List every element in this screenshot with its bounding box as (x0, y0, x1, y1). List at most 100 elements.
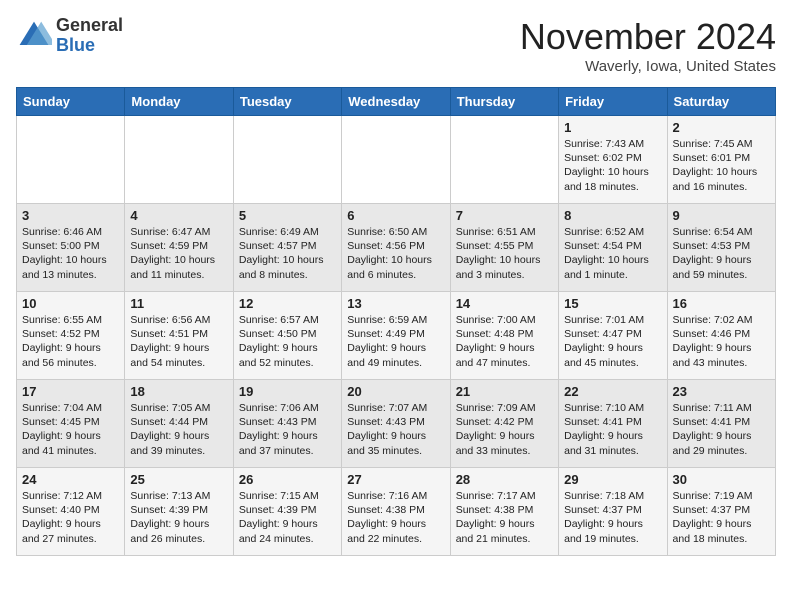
day-number: 6 (347, 208, 444, 223)
calendar-cell: 11 Sunrise: 6:56 AM Sunset: 4:51 PM Dayli… (125, 292, 233, 380)
day-info: Sunrise: 7:18 AM Sunset: 4:37 PM Dayligh… (564, 489, 661, 546)
day-number: 26 (239, 472, 336, 487)
day-info: Sunrise: 7:16 AM Sunset: 4:38 PM Dayligh… (347, 489, 444, 546)
day-info: Sunrise: 6:52 AM Sunset: 4:54 PM Dayligh… (564, 225, 661, 282)
day-number: 12 (239, 296, 336, 311)
day-number: 13 (347, 296, 444, 311)
logo: General Blue (16, 16, 123, 56)
day-info: Sunrise: 6:59 AM Sunset: 4:49 PM Dayligh… (347, 313, 444, 370)
day-info: Sunrise: 6:47 AM Sunset: 4:59 PM Dayligh… (130, 225, 227, 282)
day-number: 11 (130, 296, 227, 311)
calendar-cell: 28 Sunrise: 7:17 AM Sunset: 4:38 PM Dayli… (450, 468, 558, 556)
calendar-cell: 18Sunrise: 7:05 AM Sunset: 4:44 PM Dayli… (125, 380, 233, 468)
calendar-cell: 19 Sunrise: 7:06 AM Sunset: 4:43 PM Dayli… (233, 380, 341, 468)
calendar-cell: 30 Sunrise: 7:19 AM Sunset: 4:37 PM Dayli… (667, 468, 775, 556)
day-info: Sunrise: 7:15 AM Sunset: 4:39 PM Dayligh… (239, 489, 336, 546)
day-info: Sunrise: 7:06 AM Sunset: 4:43 PM Dayligh… (239, 401, 336, 458)
day-number: 9 (673, 208, 770, 223)
calendar-header: SundayMondayTuesdayWednesdayThursdayFrid… (17, 88, 776, 116)
day-number: 28 (456, 472, 553, 487)
day-number: 29 (564, 472, 661, 487)
day-number: 21 (456, 384, 553, 399)
day-number: 23 (673, 384, 770, 399)
calendar-week-4: 24Sunrise: 7:12 AM Sunset: 4:40 PM Dayli… (17, 468, 776, 556)
day-info: Sunrise: 7:00 AM Sunset: 4:48 PM Dayligh… (456, 313, 553, 370)
day-info: Sunrise: 7:09 AM Sunset: 4:42 PM Dayligh… (456, 401, 553, 458)
day-info: Sunrise: 6:57 AM Sunset: 4:50 PM Dayligh… (239, 313, 336, 370)
day-number: 27 (347, 472, 444, 487)
day-info: Sunrise: 7:19 AM Sunset: 4:37 PM Dayligh… (673, 489, 770, 546)
calendar-cell: 2Sunrise: 7:45 AM Sunset: 6:01 PM Daylig… (667, 116, 775, 204)
day-number: 5 (239, 208, 336, 223)
day-number: 7 (456, 208, 553, 223)
calendar-cell: 4 Sunrise: 6:47 AM Sunset: 4:59 PM Daylig… (125, 204, 233, 292)
calendar-body: 1Sunrise: 7:43 AM Sunset: 6:02 PM Daylig… (17, 116, 776, 556)
calendar-cell: 27 Sunrise: 7:16 AM Sunset: 4:38 PM Dayli… (342, 468, 450, 556)
day-info: Sunrise: 7:01 AM Sunset: 4:47 PM Dayligh… (564, 313, 661, 370)
weekday-header-friday: Friday (559, 88, 667, 116)
calendar-table: SundayMondayTuesdayWednesdayThursdayFrid… (16, 87, 776, 556)
day-number: 18 (130, 384, 227, 399)
day-info: Sunrise: 7:45 AM Sunset: 6:01 PM Dayligh… (673, 137, 770, 194)
calendar-cell: 25 Sunrise: 7:13 AM Sunset: 4:39 PM Dayli… (125, 468, 233, 556)
calendar-cell: 12 Sunrise: 6:57 AM Sunset: 4:50 PM Dayli… (233, 292, 341, 380)
calendar-cell: 6Sunrise: 6:50 AM Sunset: 4:56 PM Daylig… (342, 204, 450, 292)
month-title: November 2024 (520, 16, 776, 58)
calendar-cell: 21 Sunrise: 7:09 AM Sunset: 4:42 PM Dayli… (450, 380, 558, 468)
title-area: November 2024 Waverly, Iowa, United Stat… (520, 16, 776, 75)
day-number: 3 (22, 208, 119, 223)
day-info: Sunrise: 6:54 AM Sunset: 4:53 PM Dayligh… (673, 225, 770, 282)
weekday-header-wednesday: Wednesday (342, 88, 450, 116)
calendar-cell: 13 Sunrise: 6:59 AM Sunset: 4:49 PM Dayli… (342, 292, 450, 380)
day-info: Sunrise: 7:10 AM Sunset: 4:41 PM Dayligh… (564, 401, 661, 458)
day-info: Sunrise: 7:17 AM Sunset: 4:38 PM Dayligh… (456, 489, 553, 546)
day-number: 17 (22, 384, 119, 399)
day-number: 22 (564, 384, 661, 399)
calendar-week-1: 3 Sunrise: 6:46 AM Sunset: 5:00 PM Daylig… (17, 204, 776, 292)
day-info: Sunrise: 6:46 AM Sunset: 5:00 PM Dayligh… (22, 225, 119, 282)
calendar-cell: 22 Sunrise: 7:10 AM Sunset: 4:41 PM Dayli… (559, 380, 667, 468)
calendar-cell: 15 Sunrise: 7:01 AM Sunset: 4:47 PM Dayli… (559, 292, 667, 380)
calendar-cell (450, 116, 558, 204)
weekday-header-tuesday: Tuesday (233, 88, 341, 116)
logo-icon (16, 18, 52, 54)
day-number: 4 (130, 208, 227, 223)
calendar-cell: 7Sunrise: 6:51 AM Sunset: 4:55 PM Daylig… (450, 204, 558, 292)
calendar-cell: 10Sunrise: 6:55 AM Sunset: 4:52 PM Dayli… (17, 292, 125, 380)
calendar-cell: 20Sunrise: 7:07 AM Sunset: 4:43 PM Dayli… (342, 380, 450, 468)
day-number: 15 (564, 296, 661, 311)
logo-text: General Blue (56, 16, 123, 56)
day-number: 8 (564, 208, 661, 223)
day-info: Sunrise: 6:56 AM Sunset: 4:51 PM Dayligh… (130, 313, 227, 370)
calendar-cell (125, 116, 233, 204)
calendar-cell: 24Sunrise: 7:12 AM Sunset: 4:40 PM Dayli… (17, 468, 125, 556)
day-number: 30 (673, 472, 770, 487)
calendar-cell: 17 Sunrise: 7:04 AM Sunset: 4:45 PM Dayli… (17, 380, 125, 468)
day-number: 16 (673, 296, 770, 311)
calendar-week-3: 17 Sunrise: 7:04 AM Sunset: 4:45 PM Dayli… (17, 380, 776, 468)
calendar-cell: 29 Sunrise: 7:18 AM Sunset: 4:37 PM Dayli… (559, 468, 667, 556)
day-info: Sunrise: 7:13 AM Sunset: 4:39 PM Dayligh… (130, 489, 227, 546)
day-info: Sunrise: 7:11 AM Sunset: 4:41 PM Dayligh… (673, 401, 770, 458)
calendar-cell: 9 Sunrise: 6:54 AM Sunset: 4:53 PM Daylig… (667, 204, 775, 292)
calendar-cell: 8 Sunrise: 6:52 AM Sunset: 4:54 PM Daylig… (559, 204, 667, 292)
day-number: 19 (239, 384, 336, 399)
calendar-cell (233, 116, 341, 204)
calendar-cell (342, 116, 450, 204)
weekday-header-sunday: Sunday (17, 88, 125, 116)
day-info: Sunrise: 6:49 AM Sunset: 4:57 PM Dayligh… (239, 225, 336, 282)
day-info: Sunrise: 6:55 AM Sunset: 4:52 PM Dayligh… (22, 313, 119, 370)
calendar-week-2: 10Sunrise: 6:55 AM Sunset: 4:52 PM Dayli… (17, 292, 776, 380)
weekday-header-row: SundayMondayTuesdayWednesdayThursdayFrid… (17, 88, 776, 116)
weekday-header-thursday: Thursday (450, 88, 558, 116)
calendar-cell: 23 Sunrise: 7:11 AM Sunset: 4:41 PM Dayli… (667, 380, 775, 468)
day-info: Sunrise: 7:07 AM Sunset: 4:43 PM Dayligh… (347, 401, 444, 458)
day-number: 1 (564, 120, 661, 135)
calendar-cell (17, 116, 125, 204)
day-number: 25 (130, 472, 227, 487)
day-info: Sunrise: 7:04 AM Sunset: 4:45 PM Dayligh… (22, 401, 119, 458)
location: Waverly, Iowa, United States (520, 58, 776, 75)
day-number: 14 (456, 296, 553, 311)
weekday-header-monday: Monday (125, 88, 233, 116)
calendar-cell: 3 Sunrise: 6:46 AM Sunset: 5:00 PM Daylig… (17, 204, 125, 292)
